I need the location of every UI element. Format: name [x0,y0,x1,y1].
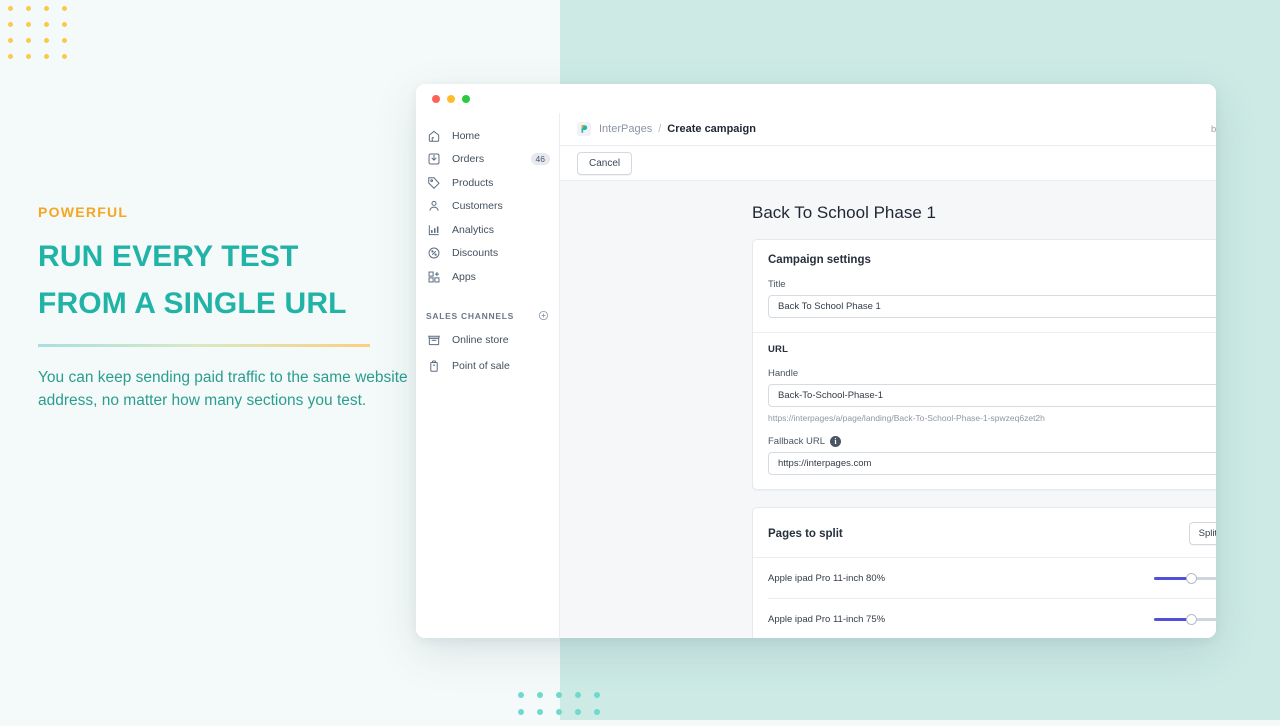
page-title: Back To School Phase 1 [752,203,936,222]
fallback-url-label-row: Fallback URL i [768,436,1216,447]
close-window-dot[interactable] [432,94,440,103]
promo-eyebrow: POWERFUL [38,204,129,220]
store-icon [426,332,442,348]
discount-icon [426,245,442,261]
point-of-sale-icon [426,358,442,374]
sidebar-item-home[interactable]: Home [416,126,559,145]
maximize-window-dot[interactable] [462,94,470,103]
sidebar-item-label: Home [452,129,481,142]
split-page-name: Apple ipad Pro 11-inch 80% [768,572,886,584]
content-scroll-area: Back To School Phase 1 Campaign settings… [560,181,1216,638]
split-row: Apple ipad Pro 11-inch 80% 50 % [753,558,1216,598]
url-section-label: URL [768,344,789,355]
sidebar-item-label: Customers [452,200,503,212]
sidebar-item-label: Apps [452,270,476,283]
interpages-logo-icon [577,122,591,136]
sidebar-item-label: Online store [452,333,509,346]
slider-knob[interactable] [1186,613,1197,625]
home-icon [426,128,442,144]
breadcrumb-bar: InterPages / Create campaign by Develope… [560,113,1216,146]
promo-body-text: You can keep sending paid traffic to the… [38,368,408,409]
sidebar-item-online-store[interactable]: Online store [416,330,559,349]
split-page-name: Apple ipad Pro 11-inch 75% [768,613,886,625]
decorative-dots-bottom [518,692,613,726]
campaign-settings-title: Campaign settings [768,254,871,266]
orders-icon [426,151,442,167]
sales-channels-header: SALES CHANNELS [416,310,559,321]
title-input-value: Back To School Phase 1 [778,301,881,312]
promo-divider [38,343,370,347]
analytics-icon [426,222,442,238]
sidebar-item-orders[interactable]: Orders 46 [416,150,559,169]
pages-to-split-title: Pages to split [768,527,843,540]
generated-url-preview: https://interpages/a/page/landing/Back-T… [768,413,1045,423]
developer-credit: by Developer Name [1211,123,1216,135]
plus-circle-icon[interactable] [538,310,549,321]
promo-title-line-2: FROM A SINGLE URL [38,287,347,321]
fallback-url-value: https://interpages.com [778,458,872,469]
split-row: Apple ipad Pro 11-inch 75% 50 % [753,599,1216,638]
sidebar-item-label: Discounts [452,247,499,259]
sidebar-item-label: Point of sale [452,359,510,372]
main-panel: InterPages / Create campaign by Develope… [560,113,1216,638]
title-input[interactable]: Back To School Phase 1 22/60 [768,295,1216,318]
window-titlebar [416,84,1216,113]
customer-icon [426,198,442,214]
action-bar: Cancel Save [560,146,1216,181]
breadcrumb-current-page: Create campaign [667,123,756,135]
sidebar: Home Orders 46 Products Customers Analyt… [416,113,560,638]
apps-icon [426,269,442,285]
sidebar-item-apps[interactable]: Apps [416,267,559,286]
pages-to-split-card: Pages to split Split by weight % Apple i… [752,507,1216,638]
orders-badge: 46 [530,153,550,165]
title-field-label: Title [768,279,786,290]
sidebar-item-customers[interactable]: Customers [416,197,559,216]
sidebar-item-analytics[interactable]: Analytics [416,220,559,239]
sidebar-item-label: Orders [452,153,485,165]
campaign-settings-card: Campaign settings Title Back To School P… [752,239,1216,490]
sidebar-item-label: Products [452,176,494,189]
sidebar-item-products[interactable]: Products [416,173,559,192]
breadcrumb-separator: / [658,123,662,135]
handle-field-label: Handle [768,368,799,379]
split-mode-value: Split by weight % [1198,528,1216,539]
sales-channels-title: SALES CHANNELS [426,310,515,321]
sidebar-item-point-of-sale[interactable]: Point of sale [416,356,559,375]
promo-block: POWERFUL RUN EVERY TEST FROM A SINGLE UR… [38,204,408,412]
split-mode-select[interactable]: Split by weight % [1188,522,1216,545]
handle-input[interactable]: Back-To-School-Phase-1 22/60 [768,384,1216,407]
cancel-button[interactable]: Cancel [577,151,633,175]
fallback-url-input[interactable]: https://interpages.com [768,452,1216,475]
weight-slider[interactable] [1154,613,1216,625]
fallback-url-label: Fallback URL [768,436,826,447]
browser-window: Home Orders 46 Products Customers Analyt… [416,84,1216,638]
tag-icon [426,175,442,191]
info-icon[interactable]: i [830,436,842,447]
minimize-window-dot[interactable] [447,94,455,103]
breadcrumb-app-name[interactable]: InterPages [599,123,652,135]
handle-input-value: Back-To-School-Phase-1 [778,390,884,401]
slider-knob[interactable] [1186,572,1197,584]
sidebar-item-discounts[interactable]: Discounts [416,244,559,263]
promo-title-line-1: RUN EVERY TEST [38,240,299,273]
decorative-dots-top-left [8,6,80,70]
sidebar-item-label: Analytics [452,223,495,236]
weight-slider[interactable] [1154,572,1216,584]
